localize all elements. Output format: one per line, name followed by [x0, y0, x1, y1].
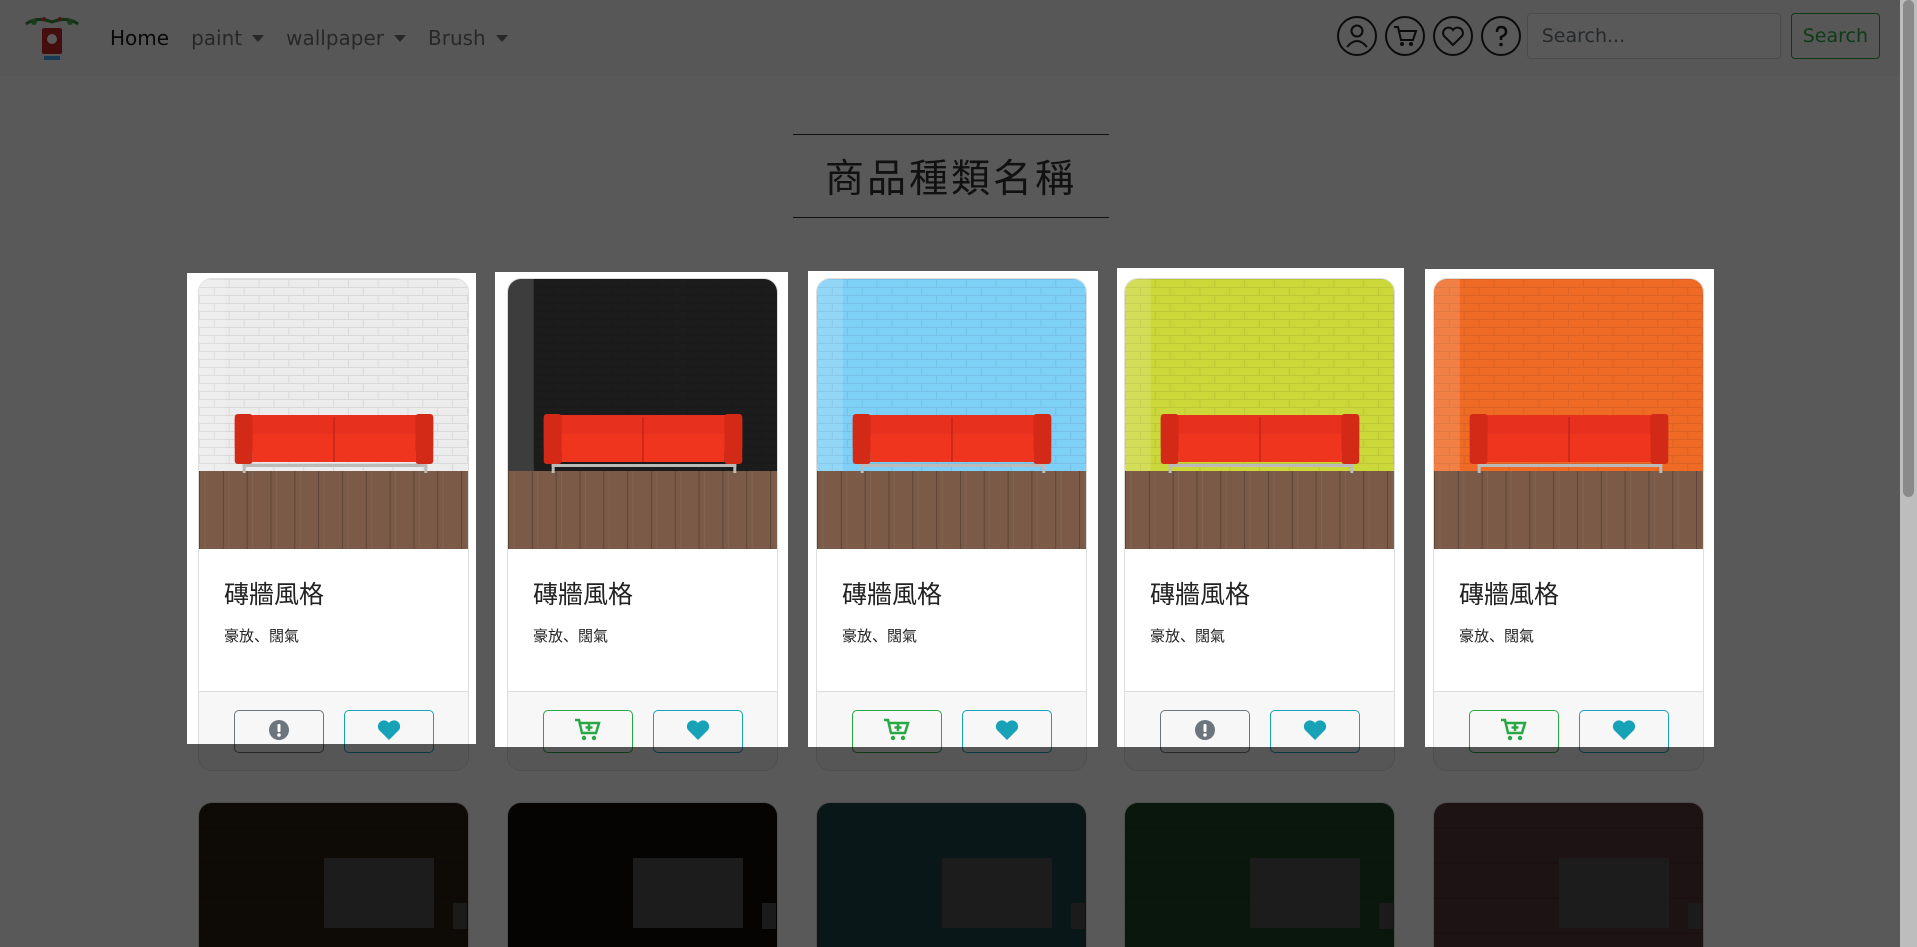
card-body: 磚牆風格 豪放、闊氣 — [1125, 575, 1394, 692]
exclamation-icon — [268, 719, 290, 744]
product-card[interactable]: 磚牆風格 豪放、闊氣 — [507, 278, 778, 771]
favorite-button[interactable] — [1269, 709, 1360, 753]
favorite-button[interactable] — [343, 709, 434, 753]
card-footer — [199, 692, 468, 770]
nav-wallpaper-dropdown[interactable]: wallpaper — [286, 26, 406, 50]
nav-brush-dropdown[interactable]: Brush — [428, 26, 508, 50]
section-title: 商品種類名稱 — [793, 134, 1109, 218]
product-name: 磚牆風格 — [533, 580, 634, 609]
brand-logo[interactable] — [22, 14, 82, 62]
product-card-partial[interactable] — [1433, 802, 1704, 947]
add-to-cart-button[interactable] — [851, 709, 942, 753]
product-card-partial[interactable] — [1124, 802, 1395, 947]
product-name: 磚牆風格 — [1459, 580, 1560, 609]
info-button[interactable] — [233, 709, 324, 753]
card-footer — [817, 692, 1086, 770]
nav-brush-label: Brush — [428, 26, 486, 50]
product-card[interactable]: 磚牆風格 豪放、闊氣 — [1433, 278, 1704, 771]
product-desc: 豪放、闊氣 — [842, 627, 918, 645]
product-image[interactable] — [1125, 279, 1394, 549]
cart-plus-icon — [1500, 718, 1528, 745]
search-input[interactable] — [1526, 13, 1781, 59]
caret-down-icon — [495, 34, 508, 42]
sofa — [1160, 414, 1360, 473]
product-name: 磚牆風格 — [224, 580, 325, 609]
product-name: 磚牆風格 — [842, 580, 943, 609]
exclamation-icon — [1194, 719, 1216, 744]
sofa — [852, 414, 1052, 473]
help-icon[interactable] — [1480, 16, 1521, 56]
nav-home-label: Home — [110, 26, 170, 50]
scrollbar-thumb[interactable] — [1903, 0, 1914, 497]
product-image[interactable] — [817, 279, 1086, 549]
heart-icon — [994, 718, 1020, 745]
card-body: 磚牆風格 豪放、闊氣 — [1434, 575, 1703, 692]
favorite-button[interactable] — [1578, 709, 1669, 753]
card-body: 磚牆風格 豪放、闊氣 — [508, 575, 777, 692]
search-button[interactable]: Search — [1790, 13, 1880, 59]
product-image[interactable] — [199, 279, 468, 549]
sofa — [1469, 414, 1669, 473]
cart-icon[interactable] — [1384, 16, 1425, 56]
heart-icon — [1302, 718, 1328, 745]
product-desc: 豪放、闊氣 — [224, 627, 300, 645]
product-image[interactable] — [508, 279, 777, 549]
heart-icon — [1611, 718, 1637, 745]
info-button[interactable] — [1159, 709, 1250, 753]
product-card[interactable]: 磚牆風格 豪放、闊氣 — [816, 278, 1087, 771]
add-to-cart-button[interactable] — [542, 709, 633, 753]
scrollbar[interactable] — [1900, 0, 1917, 947]
sofa — [543, 414, 743, 473]
nav-paint-dropdown[interactable]: paint — [191, 26, 265, 50]
nav-home[interactable]: Home — [110, 26, 169, 50]
product-card-partial[interactable] — [816, 802, 1087, 947]
product-card[interactable]: 磚牆風格 豪放、闊氣 — [198, 278, 469, 771]
product-card-partial[interactable] — [507, 802, 778, 947]
nav-wallpaper-label: wallpaper — [286, 26, 384, 50]
nav-right-group: Search — [1329, 13, 1880, 59]
product-desc: 豪放、闊氣 — [1150, 627, 1226, 645]
card-footer — [1434, 692, 1703, 770]
product-desc: 豪放、闊氣 — [1459, 627, 1535, 645]
heart-icon[interactable] — [1432, 16, 1473, 56]
navbar: Home paint wallpaper Brush Search — [0, 0, 1917, 76]
user-icon[interactable] — [1336, 16, 1377, 56]
cart-plus-icon — [574, 718, 602, 745]
add-to-cart-button[interactable] — [1468, 709, 1559, 753]
favorite-button[interactable] — [652, 709, 743, 753]
card-body: 磚牆風格 豪放、闊氣 — [199, 575, 468, 692]
card-footer — [508, 692, 777, 770]
heart-icon — [685, 718, 711, 745]
card-body: 磚牆風格 豪放、闊氣 — [817, 575, 1086, 692]
product-desc: 豪放、闊氣 — [533, 627, 609, 645]
card-footer — [1125, 692, 1394, 770]
favorite-button[interactable] — [961, 709, 1052, 753]
product-image[interactable] — [1434, 279, 1703, 549]
product-card-partial[interactable] — [198, 802, 469, 947]
sofa — [234, 414, 434, 473]
product-name: 磚牆風格 — [1150, 580, 1251, 609]
product-card[interactable]: 磚牆風格 豪放、闊氣 — [1124, 278, 1395, 771]
cart-plus-icon — [883, 718, 911, 745]
heart-icon — [376, 718, 402, 745]
nav-paint-label: paint — [191, 26, 243, 50]
caret-down-icon — [394, 34, 406, 42]
caret-down-icon — [252, 34, 265, 42]
